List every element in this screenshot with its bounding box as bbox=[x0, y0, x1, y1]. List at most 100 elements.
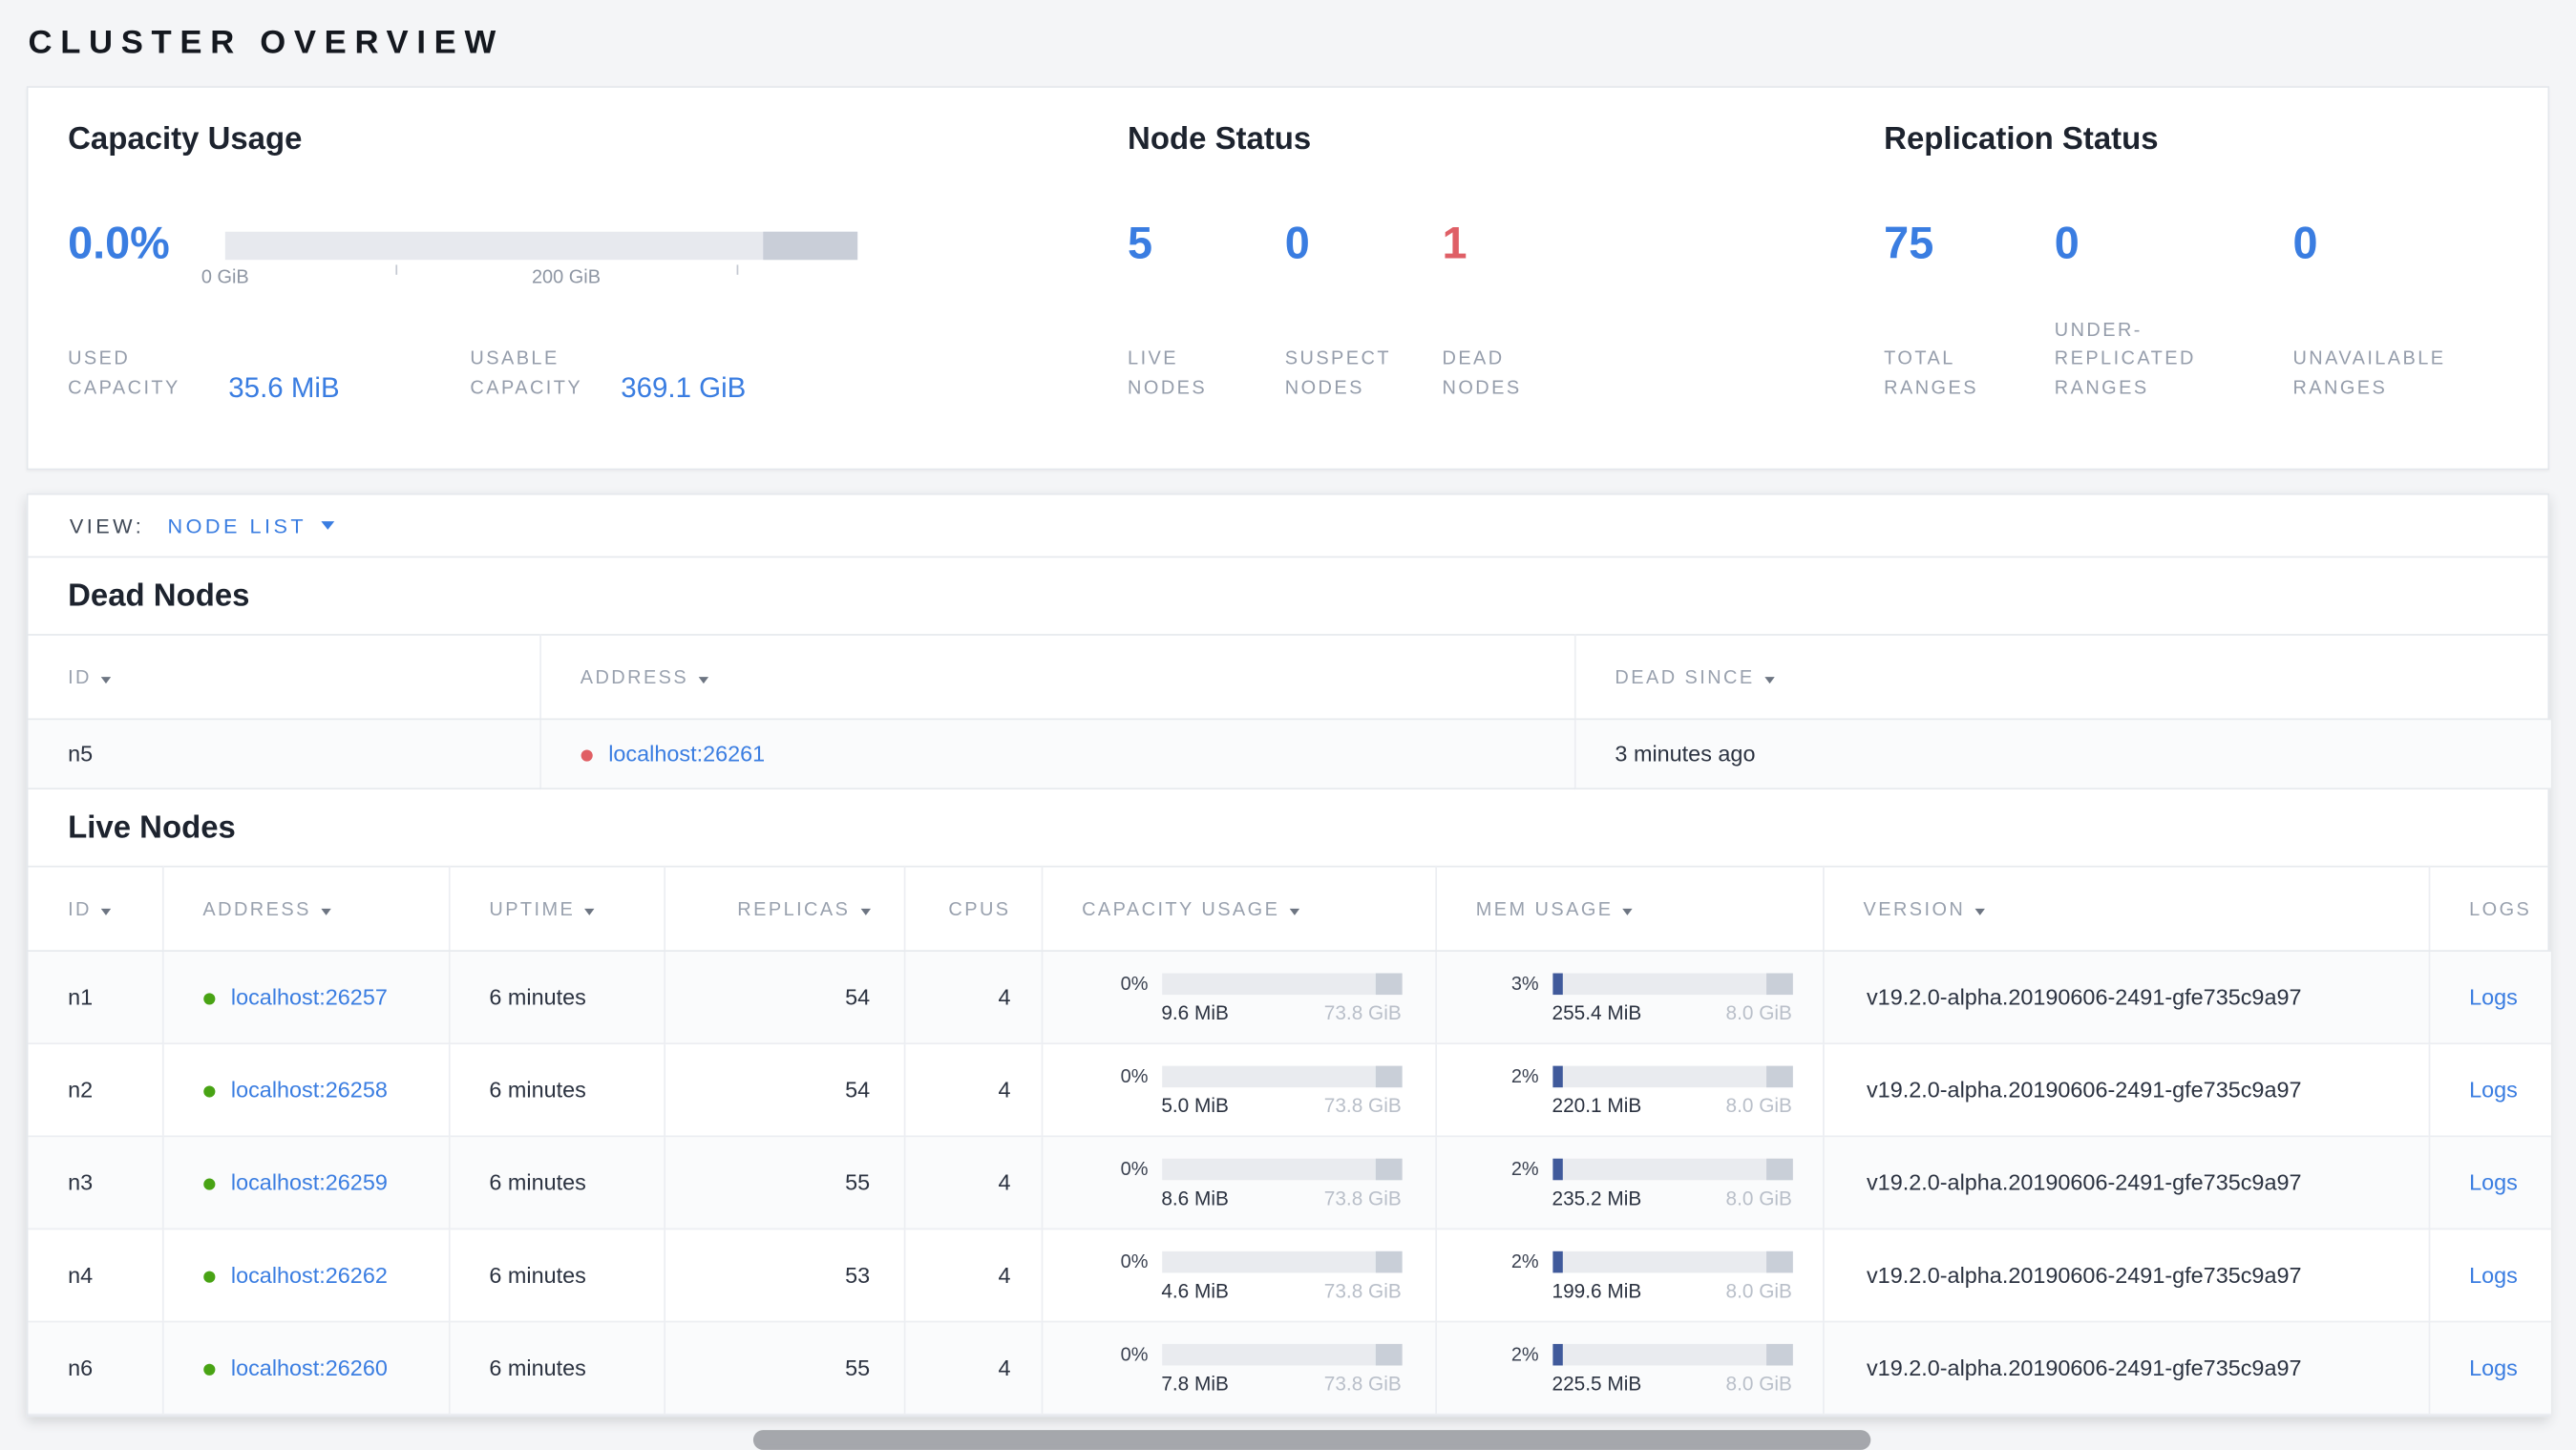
used-capacity-label: USED CAPACITY bbox=[68, 349, 180, 400]
live-nodes-label: LIVE NODES bbox=[1128, 349, 1208, 400]
uptime-cell: 6 minutes bbox=[448, 1321, 665, 1416]
live-node-row: n2 localhost:26258 6 minutes 54 4 0% 5.0… bbox=[28, 1043, 2551, 1138]
cpus-cell: 4 bbox=[903, 1229, 1043, 1323]
sort-header-mem-usage[interactable]: MEM USAGE bbox=[1435, 865, 1824, 952]
live-status-dot-icon bbox=[202, 1271, 215, 1283]
node-address-link[interactable]: localhost:26261 bbox=[608, 742, 765, 767]
mem-usage-cell: 2% 199.6 MiB 8.0 GiB bbox=[1435, 1229, 1824, 1323]
sort-header-address[interactable]: ADDRESS bbox=[161, 865, 450, 952]
capacity-usage-bar: 0 GiB 200 GiB bbox=[201, 219, 858, 296]
mem-usage-meter: 2% 225.5 MiB 8.0 GiB bbox=[1510, 1343, 1792, 1396]
axis-label-0gib: 0 GiB bbox=[201, 267, 249, 288]
node-id-cell: n4 bbox=[28, 1229, 163, 1323]
node-address-link[interactable]: localhost:26262 bbox=[231, 1263, 388, 1288]
replicas-cell: 54 bbox=[664, 1043, 905, 1138]
cpus-cell: 4 bbox=[903, 1321, 1043, 1416]
live-status-dot-icon bbox=[202, 993, 215, 1005]
unavailable-ranges-label: UNAVAILABLE RANGES bbox=[2292, 349, 2446, 400]
capacity-usage-meter: 0% 5.0 MiB 73.8 GiB bbox=[1120, 1065, 1402, 1118]
cpus-cell: 4 bbox=[903, 951, 1043, 1045]
mem-usage-meter: 2% 199.6 MiB 8.0 GiB bbox=[1510, 1250, 1792, 1303]
total-ranges-count: 75 bbox=[1884, 218, 1934, 268]
axis-tick bbox=[395, 264, 398, 275]
header-logs: LOGS bbox=[2428, 865, 2551, 952]
node-address-link[interactable]: localhost:26257 bbox=[231, 985, 388, 1010]
sort-header-dead-address[interactable]: ADDRESS bbox=[539, 634, 1575, 721]
logs-link[interactable]: Logs bbox=[2469, 1170, 2518, 1195]
capacity-usage-meter: 0% 8.6 MiB 73.8 GiB bbox=[1120, 1158, 1402, 1210]
uptime-cell: 6 minutes bbox=[448, 951, 665, 1045]
unavailable-ranges-count: 0 bbox=[2292, 218, 2318, 268]
logs-link[interactable]: Logs bbox=[2469, 1355, 2518, 1380]
sort-header-uptime[interactable]: UPTIME bbox=[448, 865, 665, 952]
logs-cell: Logs bbox=[2428, 1136, 2551, 1230]
dead-since-cell: 3 minutes ago bbox=[1573, 719, 2551, 790]
replicas-cell: 54 bbox=[664, 951, 905, 1045]
logs-cell: Logs bbox=[2428, 1229, 2551, 1323]
replicas-cell: 53 bbox=[664, 1229, 905, 1323]
dead-status-dot-icon bbox=[580, 749, 592, 762]
dead-nodes-title: Dead Nodes bbox=[68, 578, 250, 615]
node-address-cell: localhost:26259 bbox=[161, 1136, 450, 1230]
node-address-cell: localhost:26262 bbox=[161, 1229, 450, 1323]
horizontal-scrollbar-thumb[interactable] bbox=[752, 1430, 1871, 1450]
sort-header-dead-since[interactable]: DEAD SINCE bbox=[1573, 634, 2551, 721]
node-id-cell: n6 bbox=[28, 1321, 163, 1416]
capacity-usage-meter: 0% 9.6 MiB 73.8 GiB bbox=[1120, 973, 1402, 1025]
suspect-nodes-stat: 0 SUSPECT NODES bbox=[1285, 219, 1443, 406]
live-nodes-title: Live Nodes bbox=[68, 810, 236, 847]
node-address-link[interactable]: localhost:26260 bbox=[231, 1355, 388, 1380]
replication-status-section: Replication Status 75 TOTAL RANGES 0 UND… bbox=[1884, 122, 2508, 415]
sort-desc-icon bbox=[321, 908, 331, 915]
dead-nodes-stat: 1 DEAD NODES bbox=[1442, 219, 1599, 406]
uptime-cell: 6 minutes bbox=[448, 1229, 665, 1323]
view-selected-option: NODE LIST bbox=[167, 514, 307, 537]
capacity-usage-cell: 0% 5.0 MiB 73.8 GiB bbox=[1041, 1043, 1437, 1138]
view-label: VIEW: bbox=[69, 514, 145, 537]
sort-header-version[interactable]: VERSION bbox=[1823, 865, 2430, 952]
sort-desc-icon bbox=[1622, 908, 1634, 915]
mem-usage-meter: 3% 255.4 MiB 8.0 GiB bbox=[1510, 973, 1792, 1025]
node-address-cell: localhost:26261 bbox=[539, 719, 1575, 790]
logs-link[interactable]: Logs bbox=[2469, 1263, 2518, 1288]
sort-desc-icon bbox=[1289, 908, 1300, 915]
view-selector-dropdown[interactable]: NODE LIST bbox=[167, 514, 335, 537]
total-ranges-label: TOTAL RANGES bbox=[1884, 349, 1978, 400]
node-status-title: Node Status bbox=[1128, 122, 1312, 158]
header-cpus: CPUS bbox=[903, 865, 1043, 952]
uptime-cell: 6 minutes bbox=[448, 1136, 665, 1230]
capacity-usage-cell: 0% 4.6 MiB 73.8 GiB bbox=[1041, 1229, 1437, 1323]
live-nodes-stat: 5 LIVE NODES bbox=[1128, 219, 1285, 406]
sort-header-capacity-usage[interactable]: CAPACITY USAGE bbox=[1041, 865, 1437, 952]
live-node-row: n6 localhost:26260 6 minutes 55 4 0% 7.8… bbox=[28, 1321, 2551, 1416]
sort-desc-icon bbox=[1763, 677, 1775, 684]
version-cell: v19.2.0-alpha.20190606-2491-gfe735c9a97 bbox=[1823, 1229, 2430, 1323]
version-cell: v19.2.0-alpha.20190606-2491-gfe735c9a97 bbox=[1823, 1321, 2430, 1416]
sort-desc-icon bbox=[698, 677, 708, 684]
node-address-link[interactable]: localhost:26259 bbox=[231, 1170, 388, 1195]
node-address-cell: localhost:26258 bbox=[161, 1043, 450, 1138]
logs-cell: Logs bbox=[2428, 951, 2551, 1045]
replication-status-title: Replication Status bbox=[1884, 122, 2159, 158]
logs-link[interactable]: Logs bbox=[2469, 1078, 2518, 1103]
sort-header-replicas[interactable]: REPLICAS bbox=[664, 865, 905, 952]
capacity-usage-meter: 0% 7.8 MiB 73.8 GiB bbox=[1120, 1343, 1402, 1396]
dead-node-row: n5 localhost:26261 3 minutes ago bbox=[28, 719, 2551, 790]
node-address-link[interactable]: localhost:26258 bbox=[231, 1078, 388, 1103]
sort-header-dead-id[interactable]: ID bbox=[28, 634, 541, 721]
dead-nodes-label: DEAD NODES bbox=[1442, 349, 1522, 400]
live-node-row: n1 localhost:26257 6 minutes 54 4 0% 9.6… bbox=[28, 951, 2551, 1045]
cluster-summary-card: Capacity Usage 0.0% 0 GiB 200 GiB USED C… bbox=[26, 86, 2550, 471]
live-node-row: n3 localhost:26259 6 minutes 55 4 0% 8.6… bbox=[28, 1136, 2551, 1230]
axis-tick bbox=[736, 264, 739, 275]
sort-desc-icon bbox=[101, 908, 112, 915]
capacity-usage-cell: 0% 9.6 MiB 73.8 GiB bbox=[1041, 951, 1437, 1045]
usable-capacity-label: USABLE CAPACITY bbox=[470, 349, 583, 400]
version-cell: v19.2.0-alpha.20190606-2491-gfe735c9a97 bbox=[1823, 1136, 2430, 1230]
version-cell: v19.2.0-alpha.20190606-2491-gfe735c9a97 bbox=[1823, 951, 2430, 1045]
node-id-cell: n2 bbox=[28, 1043, 163, 1138]
capacity-axis: 0 GiB 200 GiB bbox=[201, 260, 857, 296]
sort-header-id[interactable]: ID bbox=[28, 865, 163, 952]
dead-nodes-table: ID ADDRESS DEAD SINCE n5 localhost:26261… bbox=[28, 634, 2551, 790]
logs-link[interactable]: Logs bbox=[2469, 985, 2518, 1010]
